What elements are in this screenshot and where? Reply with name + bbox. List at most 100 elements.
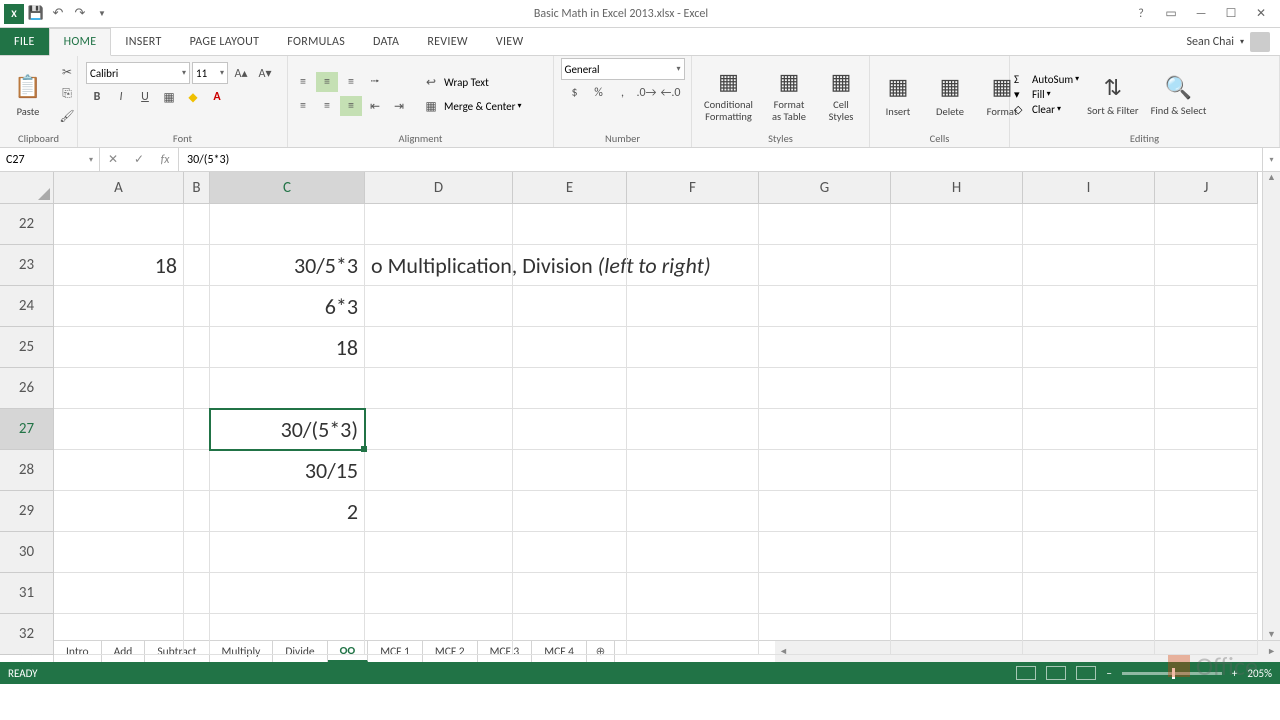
view-layout-icon[interactable]: [1046, 666, 1066, 680]
cell-E31[interactable]: [513, 573, 627, 614]
align-center-icon[interactable]: ≡: [316, 96, 338, 116]
row-header-25[interactable]: 25: [0, 327, 54, 368]
cell-D28[interactable]: [365, 450, 513, 491]
cell-I23[interactable]: [1023, 245, 1155, 286]
cell-D32[interactable]: [365, 614, 513, 655]
cell-C29[interactable]: 2: [210, 491, 365, 532]
percent-icon[interactable]: %: [588, 83, 610, 103]
view-normal-icon[interactable]: [1016, 666, 1036, 680]
fx-icon[interactable]: fx: [152, 153, 178, 167]
paste-button[interactable]: 📋 Paste: [4, 69, 52, 120]
cell-A29[interactable]: [54, 491, 184, 532]
format-table-button[interactable]: ▦Format as Table: [765, 63, 813, 124]
col-header-D[interactable]: D: [365, 172, 513, 204]
cell-A22[interactable]: [54, 204, 184, 245]
clear-button[interactable]: ◇Clear▾: [1014, 103, 1079, 116]
close-icon[interactable]: ✕: [1250, 6, 1272, 21]
row-header-30[interactable]: 30: [0, 532, 54, 573]
fill-color-button[interactable]: ◆: [182, 87, 204, 107]
cancel-formula-icon[interactable]: ✕: [100, 152, 126, 167]
cell-I28[interactable]: [1023, 450, 1155, 491]
cell-H26[interactable]: [891, 368, 1023, 409]
cell-B31[interactable]: [184, 573, 210, 614]
cell-A24[interactable]: [54, 286, 184, 327]
cell-C25[interactable]: 18: [210, 327, 365, 368]
bold-button[interactable]: B: [86, 87, 108, 107]
cell-J32[interactable]: [1155, 614, 1258, 655]
cell-H30[interactable]: [891, 532, 1023, 573]
cell-A27[interactable]: [54, 409, 184, 450]
cell-F26[interactable]: [627, 368, 759, 409]
delete-cells-button[interactable]: ▦Delete: [926, 69, 974, 120]
cell-J30[interactable]: [1155, 532, 1258, 573]
cell-E30[interactable]: [513, 532, 627, 573]
cell-A31[interactable]: [54, 573, 184, 614]
cell-G29[interactable]: [759, 491, 891, 532]
row-header-24[interactable]: 24: [0, 286, 54, 327]
cell-E28[interactable]: [513, 450, 627, 491]
view-pagebreak-icon[interactable]: [1076, 666, 1096, 680]
row-header-22[interactable]: 22: [0, 204, 54, 245]
cell-D23[interactable]: o Multiplication, Division (left to righ…: [365, 245, 513, 286]
align-bottom-icon[interactable]: ≡: [340, 72, 362, 92]
col-header-C[interactable]: C: [210, 172, 365, 204]
cell-F31[interactable]: [627, 573, 759, 614]
cell-B29[interactable]: [184, 491, 210, 532]
cell-C28[interactable]: 30/15: [210, 450, 365, 491]
user-account[interactable]: Sean Chai ▾: [1177, 28, 1280, 55]
cell-C22[interactable]: [210, 204, 365, 245]
row-header-26[interactable]: 26: [0, 368, 54, 409]
help-icon[interactable]: ?: [1130, 7, 1152, 21]
cell-A30[interactable]: [54, 532, 184, 573]
row-header-29[interactable]: 29: [0, 491, 54, 532]
decrease-decimal-icon[interactable]: ←.0: [660, 83, 682, 103]
cell-D29[interactable]: [365, 491, 513, 532]
fill-button[interactable]: ▾Fill▾: [1014, 88, 1079, 101]
tab-review[interactable]: REVIEW: [413, 28, 482, 55]
cell-A28[interactable]: [54, 450, 184, 491]
cell-H24[interactable]: [891, 286, 1023, 327]
cell-C26[interactable]: [210, 368, 365, 409]
align-left-icon[interactable]: ≡: [292, 96, 314, 116]
accounting-icon[interactable]: $: [564, 83, 586, 103]
cell-A26[interactable]: [54, 368, 184, 409]
orientation-icon[interactable]: ⭬: [364, 72, 386, 92]
cell-G30[interactable]: [759, 532, 891, 573]
cut-icon[interactable]: ✂: [56, 62, 78, 82]
row-header-23[interactable]: 23: [0, 245, 54, 286]
cell-E29[interactable]: [513, 491, 627, 532]
cell-G24[interactable]: [759, 286, 891, 327]
cell-H31[interactable]: [891, 573, 1023, 614]
tab-insert[interactable]: INSERT: [111, 28, 175, 55]
font-name-combo[interactable]: Calibri▾: [86, 62, 190, 84]
qat-dropdown-icon[interactable]: ▼: [92, 4, 112, 24]
cell-H23[interactable]: [891, 245, 1023, 286]
maximize-icon[interactable]: ☐: [1220, 6, 1242, 21]
cell-D31[interactable]: [365, 573, 513, 614]
row-header-31[interactable]: 31: [0, 573, 54, 614]
cell-A32[interactable]: [54, 614, 184, 655]
cell-H32[interactable]: [891, 614, 1023, 655]
tab-data[interactable]: DATA: [359, 28, 413, 55]
wrap-text-button[interactable]: ↩Wrap Text: [420, 72, 522, 92]
cell-C31[interactable]: [210, 573, 365, 614]
excel-icon[interactable]: X: [4, 4, 24, 24]
cell-G25[interactable]: [759, 327, 891, 368]
cell-J23[interactable]: [1155, 245, 1258, 286]
cell-E24[interactable]: [513, 286, 627, 327]
name-box[interactable]: C27▾: [0, 148, 100, 171]
cell-I27[interactable]: [1023, 409, 1155, 450]
indent-dec-icon[interactable]: ⇤: [364, 96, 386, 116]
cell-C30[interactable]: [210, 532, 365, 573]
cell-G28[interactable]: [759, 450, 891, 491]
enter-formula-icon[interactable]: ✓: [126, 152, 152, 167]
cell-F24[interactable]: [627, 286, 759, 327]
cell-J28[interactable]: [1155, 450, 1258, 491]
cell-D22[interactable]: [365, 204, 513, 245]
cell-G27[interactable]: [759, 409, 891, 450]
cell-B32[interactable]: [184, 614, 210, 655]
cell-D27[interactable]: [365, 409, 513, 450]
cell-E25[interactable]: [513, 327, 627, 368]
cell-E27[interactable]: [513, 409, 627, 450]
align-right-icon[interactable]: ≡: [340, 96, 362, 116]
